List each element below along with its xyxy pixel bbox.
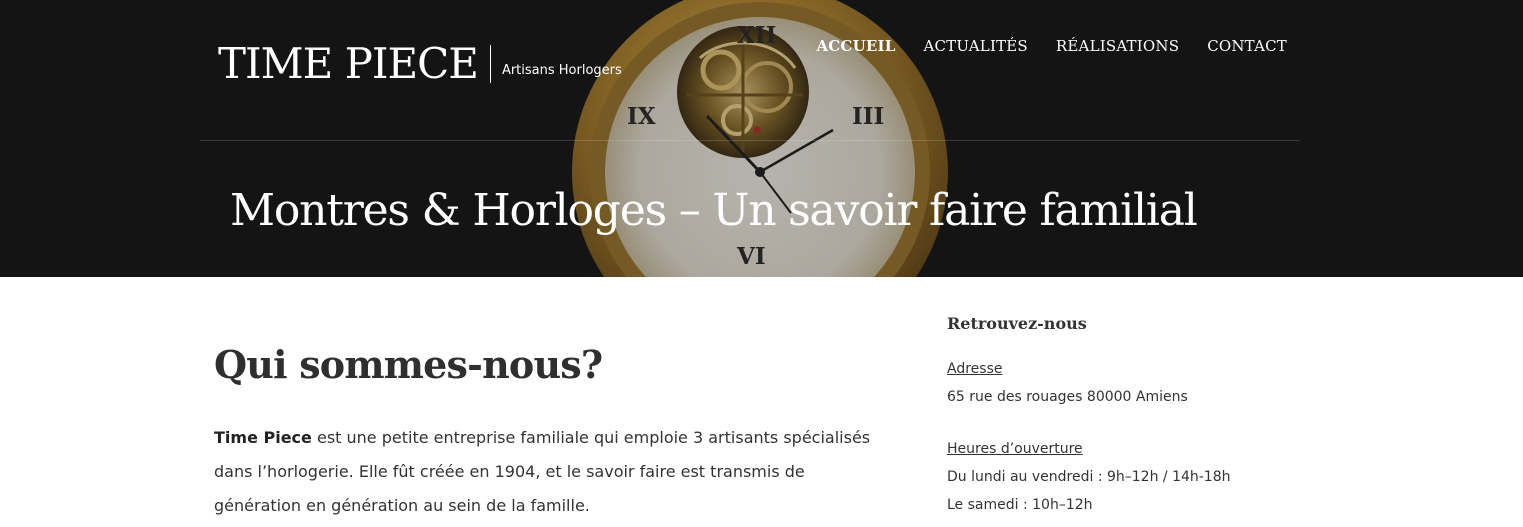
intro-paragraph: Time Piece est une petite entreprise fam…: [214, 421, 894, 523]
page: XII III VI IX TIME PIECE Artisans Horlog…: [0, 0, 1523, 527]
svg-text:XII: XII: [737, 22, 776, 49]
opening-hours-block: Heures d’ouverture Du lundi au vendredi …: [947, 435, 1307, 519]
intro-text: est une petite entreprise familiale qui …: [214, 428, 871, 515]
brand-name[interactable]: TIME PIECE: [218, 38, 479, 90]
address-label: Adresse: [947, 361, 1003, 377]
section-heading: Qui sommes-nous?: [214, 342, 603, 387]
hours-weekdays: Du lundi au vendredi : 9h–12h / 14h-18h: [947, 469, 1231, 485]
address-value: 65 rue des rouages 80000 Amiens: [947, 389, 1188, 405]
hero-title: Montres & Horloges – Un savoir faire fam…: [230, 185, 1198, 236]
nav-item-accueil[interactable]: ACCUEIL: [816, 37, 895, 55]
svg-text:VI: VI: [736, 243, 766, 270]
main-content: Qui sommes-nous? Time Piece est une peti…: [214, 335, 894, 523]
contact-sidebar: Retrouvez-nous Adresse 65 rue des rouage…: [947, 312, 1307, 527]
opening-hours-label: Heures d’ouverture: [947, 441, 1083, 457]
svg-text:III: III: [852, 103, 884, 130]
brand-divider: [489, 45, 491, 83]
nav-item-realisations[interactable]: RÉALISATIONS: [1056, 37, 1179, 55]
main-navigation: ACCUEIL ACTUALITÉS RÉALISATIONS CONTACT: [816, 37, 1287, 55]
brand-tagline: Artisans Horlogers: [501, 62, 622, 78]
brand[interactable]: TIME PIECE Artisans Horlogers: [218, 38, 622, 90]
nav-item-contact[interactable]: CONTACT: [1207, 37, 1287, 55]
hours-saturday: Le samedi : 10h–12h: [947, 497, 1093, 513]
hero-header: XII III VI IX TIME PIECE Artisans Horlog…: [0, 0, 1523, 277]
nav-item-actualites[interactable]: ACTUALITÉS: [923, 37, 1027, 55]
company-name: Time Piece: [214, 428, 312, 447]
header-divider: [200, 140, 1300, 141]
address-block: Adresse 65 rue des rouages 80000 Amiens: [947, 355, 1307, 411]
sidebar-title: Retrouvez-nous: [947, 314, 1087, 333]
svg-text:IX: IX: [627, 103, 656, 130]
